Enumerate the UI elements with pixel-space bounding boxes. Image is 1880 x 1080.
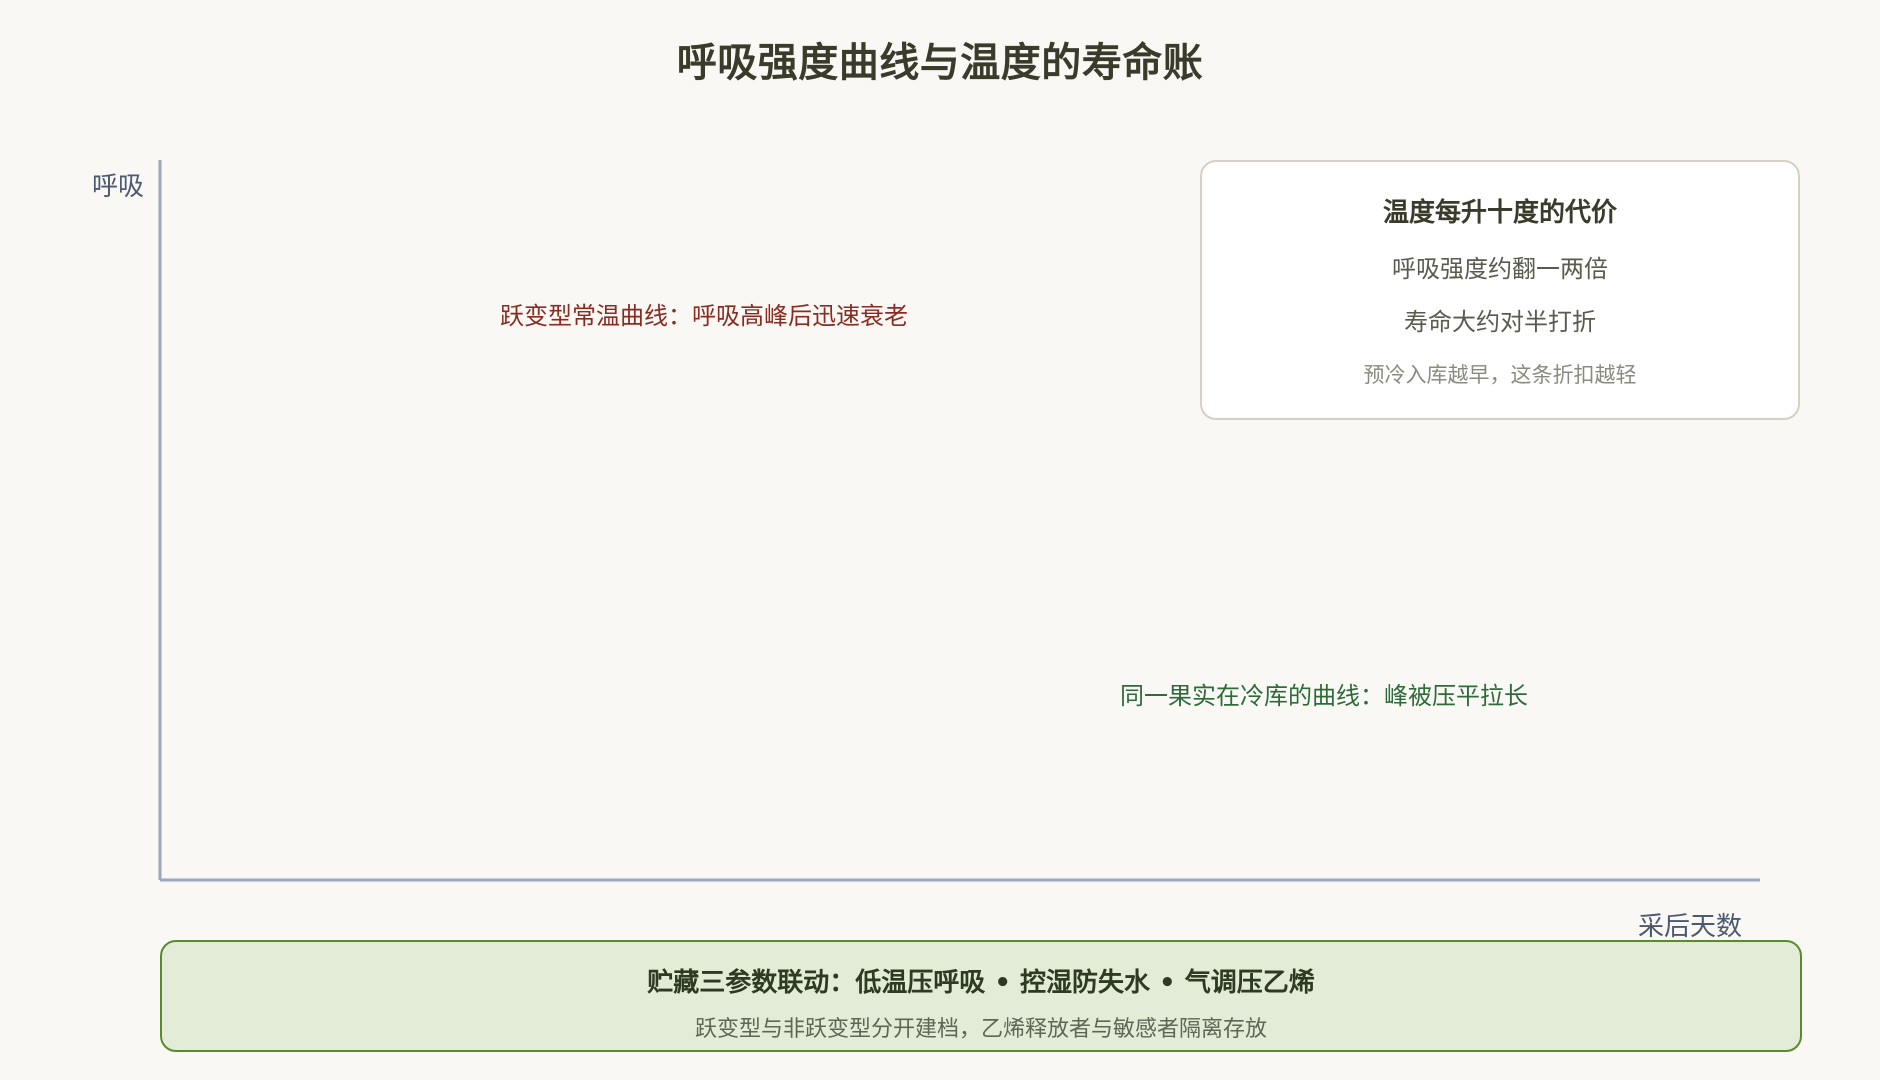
ambient-curve-label: 跃变型常温曲线：呼吸高峰后迅速衰老: [500, 302, 908, 330]
x-axis-label: 采后天数: [1638, 912, 1743, 942]
cost-callout-line-lifespan: 寿命大约对半打折: [1404, 308, 1596, 336]
storage-banner-subtitle: 跃变型与非跃变型分开建档，乙烯释放者与敏感者隔离存放: [694, 1017, 1267, 1042]
cold-storage-curve-label: 同一果实在冷库的曲线：峰被压平拉长: [1120, 682, 1528, 710]
storage-parameters-banner: 贮藏三参数联动：低温压呼吸 • 控湿防失水 • 气调压乙烯 跃变型与非跃变型分开…: [160, 940, 1802, 1052]
cost-callout-line-respiration: 呼吸强度约翻一两倍: [1392, 255, 1608, 283]
y-axis-label: 呼吸: [92, 172, 145, 202]
temperature-cost-callout: 温度每升十度的代价 呼吸强度约翻一两倍 寿命大约对半打折 预冷入库越早，这条折扣…: [1200, 160, 1800, 420]
cost-callout-note: 预冷入库越早，这条折扣越轻: [1363, 363, 1637, 387]
storage-banner-title: 贮藏三参数联动：低温压呼吸 • 控湿防失水 • 气调压乙烯: [647, 968, 1315, 998]
cost-callout-title: 温度每升十度的代价: [1382, 198, 1617, 228]
